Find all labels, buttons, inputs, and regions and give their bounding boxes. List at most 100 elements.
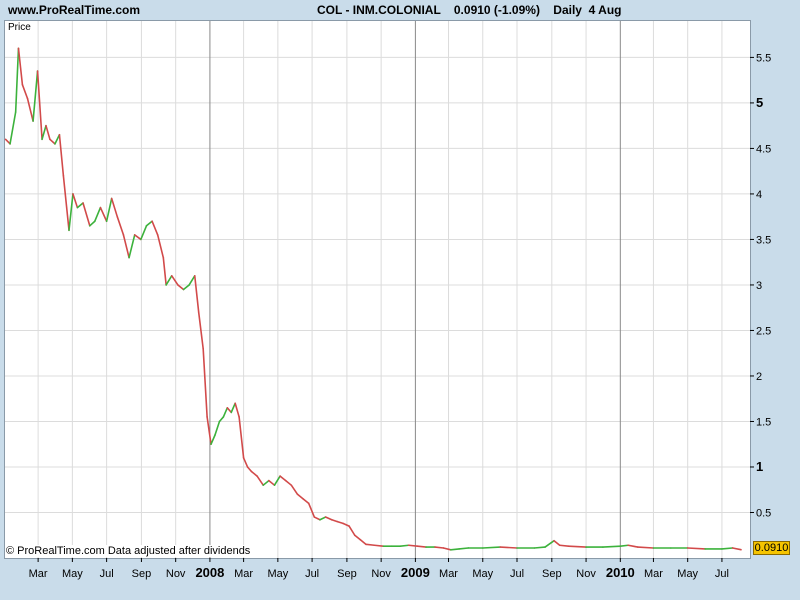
price-segment: [342, 522, 350, 527]
x-tick-label: May: [267, 568, 288, 580]
x-tick-label: Nov: [166, 568, 186, 580]
price-segment: [348, 525, 356, 537]
y-tick-label: 4.5: [756, 143, 771, 155]
y-tick-label: 3.5: [756, 234, 771, 246]
x-tick-label: May: [472, 568, 493, 580]
price-segment: [330, 518, 339, 523]
x-tick-label: Mar: [234, 568, 253, 580]
price-segment: [41, 124, 47, 141]
price-segment: [170, 275, 179, 286]
x-tick-label: May: [62, 568, 83, 580]
price-segment: [94, 206, 102, 223]
price-segment: [307, 502, 316, 518]
price-segment: [202, 347, 208, 418]
price-segment: [58, 133, 65, 177]
price-segment: [359, 538, 367, 546]
price-segment: [116, 215, 125, 236]
price-segment: [553, 539, 561, 547]
price-segment: [353, 534, 362, 541]
price-segment: [222, 407, 229, 418]
x-tick-label: Sep: [542, 568, 562, 580]
price-segment: [268, 479, 276, 486]
price-segment: [319, 516, 327, 521]
price-segment: [105, 197, 113, 223]
price-segment: [416, 545, 427, 548]
x-tick-label: Nov: [371, 568, 391, 580]
y-tick-label: 1: [756, 459, 763, 474]
last-price-tag: 0.0910: [753, 541, 790, 555]
price-segment: [32, 70, 39, 122]
price-segment: [82, 202, 91, 227]
price-segment: [128, 234, 136, 259]
x-tick-label: Jul: [715, 568, 729, 580]
price-chart: 0.5 1 1.5 2 2.5 3 3.5 4 4.5 5 5.5 Mar May Jul Sep Nov 20…: [4, 21, 771, 580]
price-segment: [686, 547, 706, 550]
price-segment: [99, 206, 108, 223]
price-segment: [62, 174, 70, 232]
price-segment: [214, 420, 221, 436]
price-segment: [636, 546, 655, 549]
price-segment: [165, 275, 173, 286]
price-segment: [49, 138, 56, 145]
price-segment: [449, 548, 460, 551]
price-segment: [721, 547, 734, 550]
price-segment: [256, 475, 265, 486]
price-segment: [230, 402, 236, 414]
x-tick-label: Sep: [132, 568, 152, 580]
price-segment: [262, 479, 270, 486]
price-segment: [26, 97, 34, 122]
price-segment: [226, 407, 233, 414]
price-segment: [151, 220, 159, 236]
price-segment: [290, 484, 299, 496]
price-segment: [296, 493, 304, 500]
x-tick-label: Nov: [576, 568, 596, 580]
x-tick-label: Jul: [305, 568, 319, 580]
price-segment: [481, 546, 501, 549]
price-segment: [238, 416, 245, 459]
y-tick-label: 4: [756, 189, 762, 201]
price-segment: [156, 234, 165, 259]
x-tick-label: Sep: [337, 568, 357, 580]
price-segment: [284, 479, 293, 486]
price-segment: [373, 544, 385, 547]
price-segment: [246, 466, 253, 473]
price-segment: [324, 516, 333, 521]
y-tick-label: 3: [756, 280, 762, 292]
price-segment: [558, 544, 570, 547]
price-segment: [234, 402, 240, 418]
price-segment: [242, 457, 249, 468]
price-segment: [627, 544, 639, 548]
x-tick-label: 2008: [195, 565, 224, 580]
price-segment: [188, 275, 196, 286]
x-tick-label: Jul: [510, 568, 524, 580]
price-segment: [250, 470, 258, 477]
price-segment: [434, 546, 445, 549]
price-segment: [567, 545, 587, 548]
price-segment: [110, 197, 119, 218]
price-segment: [302, 498, 310, 505]
price-segment: [88, 220, 96, 227]
price-segment: [313, 516, 321, 521]
y-tick-label: 1.5: [756, 416, 771, 428]
price-segment: [122, 234, 130, 259]
x-tick-label: Mar: [29, 568, 48, 580]
price-segment: [133, 234, 142, 241]
price-segment: [177, 284, 185, 291]
price-segment: [9, 111, 17, 145]
copyright-note: © ProRealTime.com Data adjusted after di…: [6, 545, 251, 557]
price-segment: [193, 275, 200, 314]
x-tick-label: 2009: [401, 565, 430, 580]
price-segment: [17, 47, 24, 86]
price-segment: [218, 416, 225, 423]
price-segment: [619, 544, 629, 547]
price-segment: [162, 256, 167, 286]
price-segment: [54, 133, 61, 145]
price-segment: [731, 547, 742, 551]
x-tick-label: Jul: [100, 568, 114, 580]
price-segment: [407, 544, 419, 547]
y-tick-label: 0.5: [756, 507, 771, 519]
price-segment: [45, 124, 51, 141]
price-segment: [182, 284, 190, 291]
price-segment: [72, 193, 79, 209]
price-segment: [273, 475, 281, 486]
